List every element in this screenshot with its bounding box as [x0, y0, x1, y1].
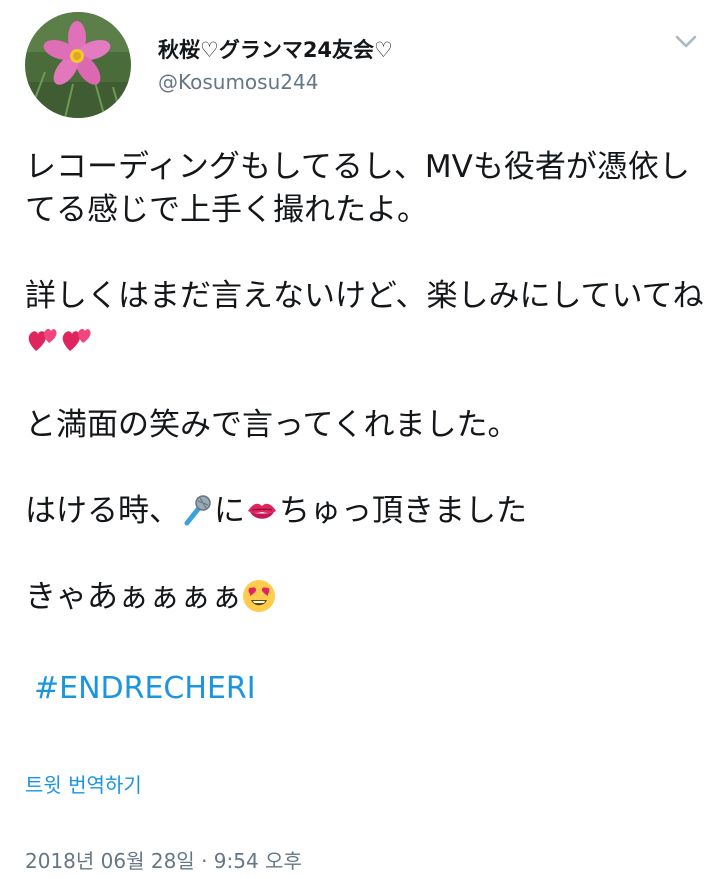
- tweet-paragraph: 詳しくはまだ言えないけど、楽しみにしていてね: [25, 275, 705, 361]
- user-handle[interactable]: @Kosumosu244: [158, 70, 318, 94]
- two-hearts-emoji: [25, 321, 59, 355]
- tweet-text-segment: に: [214, 493, 245, 529]
- tweet-text-segment: はける時、: [25, 493, 180, 529]
- chevron-down-icon[interactable]: [672, 30, 700, 52]
- microphone-emoji: [180, 493, 214, 527]
- tweet-text-segment: ちゅっ頂きました: [279, 493, 527, 529]
- tweet: 秋桜♡グランマ24友会♡ @Kosumosu244 レコーディングもしてるし、M…: [0, 0, 720, 879]
- tweet-text-segment: 詳しくはまだ言えないけど、楽しみにしていてね: [25, 278, 704, 314]
- tweet-text-segment: きゃあぁぁぁぁ: [25, 579, 242, 615]
- tweet-paragraph: レコーディングもしてるし、MVも役者が憑依してる感じで上手く撮れたよ。: [25, 149, 690, 228]
- tweet-paragraph: きゃあぁぁぁぁ: [25, 576, 705, 619]
- tweet-paragraph: はける時、にちゅっ頂きました: [25, 490, 705, 533]
- tweet-paragraph: と満面の笑みで言ってくれました。: [25, 407, 519, 443]
- hashtag-link[interactable]: #ENDRECHERI: [34, 671, 256, 706]
- two-hearts-emoji: [59, 321, 93, 355]
- tweet-text: レコーディングもしてるし、MVも役者が憑依してる感じで上手く撮れたよ。 詳しくは…: [25, 146, 705, 619]
- translate-tweet-link[interactable]: 트윗 번역하기: [25, 769, 142, 798]
- avatar[interactable]: [25, 12, 131, 118]
- display-name[interactable]: 秋桜♡グランマ24友会♡: [158, 34, 393, 64]
- heart-eyes-emoji: [242, 579, 276, 613]
- tweet-timestamp: 2018년 06월 28일 · 9:54 오후: [25, 849, 302, 873]
- kiss-mark-emoji: [245, 493, 279, 527]
